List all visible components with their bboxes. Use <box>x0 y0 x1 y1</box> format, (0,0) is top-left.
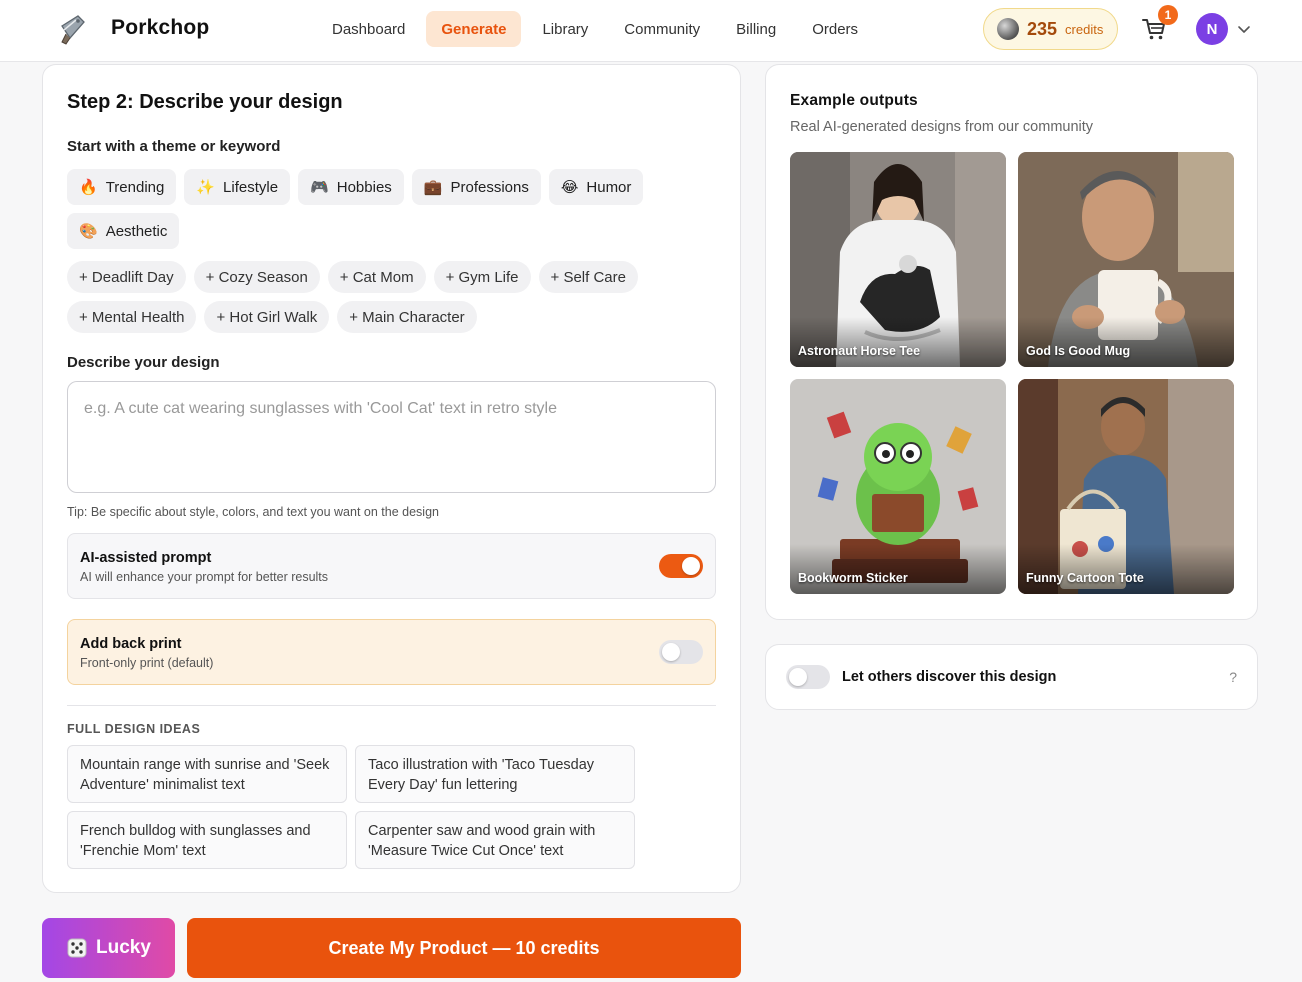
caption-shade <box>790 317 1006 367</box>
design-idea-card[interactable]: Mountain range with sunrise and 'Seek Ad… <box>67 745 347 803</box>
example-thumbnail-funny-cartoon-tote[interactable]: Funny Cartoon Tote <box>1018 379 1234 594</box>
theme-chip-label: Aesthetic <box>105 222 168 240</box>
cart-count-badge: 1 <box>1158 5 1178 25</box>
back-print-title: Add back print <box>80 636 182 652</box>
divider <box>67 705 716 706</box>
main-nav: Dashboard Generate Library Community Bil… <box>317 11 873 47</box>
dice-icon <box>67 938 87 958</box>
briefcase-icon: 💼 <box>423 179 443 196</box>
keyword-chip[interactable]: + Hot Girl Walk <box>204 301 330 333</box>
ai-prompt-subtitle: AI will enhance your prompt for better r… <box>80 570 329 584</box>
nav-dashboard[interactable]: Dashboard <box>317 11 420 47</box>
lucky-label: Lucky <box>96 937 151 958</box>
keyword-chip[interactable]: + Cat Mom <box>327 261 426 293</box>
nav-orders[interactable]: Orders <box>797 11 873 47</box>
keyword-chip-row: + Mental Health + Hot Girl Walk + Main C… <box>67 301 477 333</box>
sparkles-icon: ✨ <box>196 179 216 196</box>
help-icon[interactable]: ? <box>1229 669 1237 685</box>
example-caption: Astronaut Horse Tee <box>798 344 921 358</box>
keyword-chip[interactable]: + Main Character <box>337 301 477 333</box>
theme-chip-label: Professions <box>450 178 529 196</box>
back-print-toggle[interactable] <box>659 640 703 664</box>
tip-text: Tip: Be specific about style, colors, an… <box>67 505 439 519</box>
example-thumbnail-god-is-good-mug[interactable]: God Is Good Mug <box>1018 152 1234 367</box>
example-thumbnail-astronaut-horse-tee[interactable]: Astronaut Horse Tee <box>790 152 1006 367</box>
keyword-chip[interactable]: + Self Care <box>538 261 638 293</box>
design-idea-card[interactable]: Taco illustration with 'Taco Tuesday Eve… <box>355 745 635 803</box>
example-caption: Funny Cartoon Tote <box>1026 571 1144 585</box>
toggle-knob <box>662 643 680 661</box>
keyword-chip[interactable]: + Cozy Season <box>193 261 320 293</box>
keyword-chip-row: + Deadlift Day + Cozy Season + Cat Mom +… <box>67 261 638 293</box>
examples-subtitle: Real AI-generated designs from our commu… <box>790 119 1094 135</box>
nav-generate[interactable]: Generate <box>426 11 522 47</box>
back-print-subtitle: Front-only print (default) <box>80 656 214 670</box>
step-title: Step 2: Describe your design <box>67 91 343 113</box>
theme-chip-hobbies[interactable]: 🎮 Hobbies <box>298 169 404 205</box>
keyword-chip[interactable]: + Mental Health <box>67 301 197 333</box>
theme-chip-row: 🎨 Aesthetic <box>67 213 180 249</box>
caption-shade <box>1018 317 1234 367</box>
credits-badge[interactable]: 235 credits <box>983 8 1118 50</box>
theme-chip-aesthetic[interactable]: 🎨 Aesthetic <box>67 213 180 249</box>
porkchop-logo-icon[interactable] <box>56 12 88 46</box>
palette-icon: 🎨 <box>79 223 98 240</box>
toggle-knob <box>682 557 700 575</box>
credits-count: 235 <box>1027 18 1058 39</box>
nav-billing[interactable]: Billing <box>721 11 791 47</box>
design-ideas-heading: FULL DESIGN IDEAS <box>67 722 201 736</box>
describe-design-panel: Step 2: Describe your design Start with … <box>42 64 741 893</box>
chevron-down-icon[interactable] <box>1237 22 1251 36</box>
keyword-chip[interactable]: + Deadlift Day <box>67 261 186 293</box>
create-product-button[interactable]: Create My Product — 10 credits <box>187 918 741 978</box>
user-avatar[interactable]: N <box>1196 13 1228 45</box>
describe-label: Describe your design <box>67 354 220 371</box>
design-description-input[interactable]: e.g. A cute cat wearing sunglasses with … <box>67 381 716 493</box>
examples-title: Example outputs <box>790 92 918 109</box>
theme-chip-trending[interactable]: 🔥 Trending <box>67 169 177 205</box>
theme-chip-label: Hobbies <box>336 178 392 196</box>
design-idea-card[interactable]: French bulldog with sunglasses and 'Fren… <box>67 811 347 869</box>
theme-chip-label: Lifestyle <box>223 178 279 196</box>
lucky-button[interactable]: Lucky <box>42 918 175 978</box>
theme-chip-lifestyle[interactable]: ✨ Lifestyle <box>184 169 291 205</box>
example-thumbnail-bookworm-sticker[interactable]: Bookworm Sticker <box>790 379 1006 594</box>
example-caption: God Is Good Mug <box>1026 344 1131 358</box>
coin-icon <box>997 18 1019 40</box>
ai-prompt-option: AI-assisted prompt AI will enhance your … <box>67 533 716 599</box>
theme-label: Start with a theme or keyword <box>67 138 281 155</box>
laughing-face-icon: 😂 <box>560 179 579 196</box>
fire-icon: 🔥 <box>79 179 98 196</box>
example-outputs-panel: Example outputs Real AI-generated design… <box>765 64 1258 620</box>
credits-label: credits <box>1065 21 1104 37</box>
caption-shade <box>790 544 1006 594</box>
theme-chip-label: Trending <box>105 178 165 196</box>
gamepad-icon: 🎮 <box>310 179 329 196</box>
theme-chip-professions[interactable]: 💼 Professions <box>411 169 541 205</box>
keyword-chip[interactable]: + Gym Life <box>433 261 531 293</box>
nav-library[interactable]: Library <box>527 11 603 47</box>
discover-toggle[interactable] <box>786 665 830 689</box>
discover-label: Let others discover this design <box>842 669 1057 685</box>
top-nav-bar: Porkchop Dashboard Generate Library Comm… <box>0 0 1302 62</box>
theme-chip-row: 🔥 Trending ✨ Lifestyle 🎮 Hobbies 💼 Profe… <box>67 169 644 205</box>
brand-name[interactable]: Porkchop <box>111 16 209 40</box>
theme-chip-label: Humor <box>586 178 632 196</box>
ai-prompt-title: AI-assisted prompt <box>80 550 212 566</box>
discover-option-card: Let others discover this design ? <box>765 644 1258 710</box>
nav-community[interactable]: Community <box>609 11 715 47</box>
caption-shade <box>1018 544 1234 594</box>
design-idea-card[interactable]: Carpenter saw and wood grain with 'Measu… <box>355 811 635 869</box>
ai-prompt-toggle[interactable] <box>659 554 703 578</box>
theme-chip-humor[interactable]: 😂 Humor <box>548 169 644 205</box>
toggle-knob <box>789 668 807 686</box>
example-caption: Bookworm Sticker <box>798 571 908 585</box>
back-print-option: Add back print Front-only print (default… <box>67 619 716 685</box>
